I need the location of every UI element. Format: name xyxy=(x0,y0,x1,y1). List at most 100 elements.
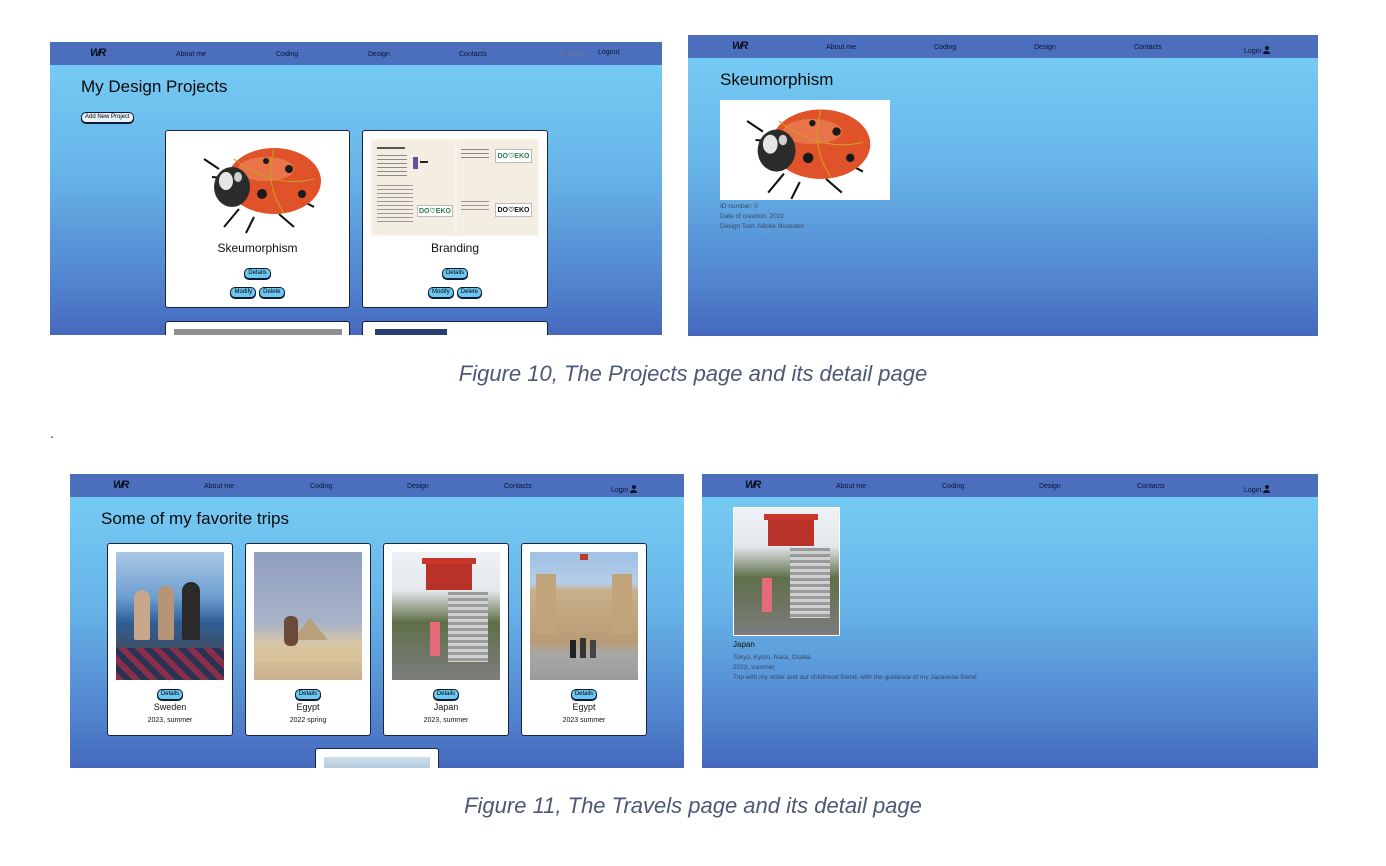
detail-title: Skeumorphism xyxy=(720,70,834,89)
travels-page-screenshot: WR About me Coding Design Contacts Login… xyxy=(70,474,684,768)
card-actions: Details xyxy=(384,689,508,700)
project-card-branding: DO♡EKO DO♡EKO DO♡EKO Branding Details Mo… xyxy=(362,130,548,308)
nav-contacts[interactable]: Contacts xyxy=(504,483,532,490)
project-title: Branding xyxy=(430,241,480,255)
meta-date: Date of creation: 2022 xyxy=(720,213,784,220)
nav-about-me[interactable]: About me xyxy=(826,44,856,51)
japan-temple-photo xyxy=(733,507,840,636)
separator: . xyxy=(50,425,54,441)
egypt-pyramids-photo xyxy=(254,552,362,680)
details-button[interactable]: Details xyxy=(244,268,271,279)
nav-contacts[interactable]: Contacts xyxy=(1134,44,1162,51)
card-actions: Details xyxy=(363,268,547,279)
card-actions: Details xyxy=(522,689,646,700)
details-button[interactable]: Details xyxy=(570,689,598,700)
trip-date: 2023, summer xyxy=(147,717,193,724)
nav-coding[interactable]: Coding xyxy=(942,483,964,490)
logout-link[interactable]: Logout xyxy=(598,49,619,56)
projects-page-screenshot: WR About me Coding Design Contacts Hi, R… xyxy=(50,42,662,335)
user-icon xyxy=(1263,46,1271,54)
login-label: Login xyxy=(1244,48,1262,55)
trip-meta: Tokyo, Kyoto, Nara, Osaka 2023, summer T… xyxy=(733,653,977,683)
trip-card-japan: Details Japan 2023, summer xyxy=(383,543,509,736)
card-actions: Details xyxy=(108,689,232,700)
trip-cities: Tokyo, Kyoto, Nara, Osaka xyxy=(733,654,811,661)
project-title: Skeumorphism xyxy=(217,241,298,255)
nav-contacts[interactable]: Contacts xyxy=(459,51,487,58)
branding-sheet-left: DO♡EKO xyxy=(373,141,454,234)
site-logo[interactable]: WR xyxy=(90,47,106,59)
branding-thumbnail: DO♡EKO DO♡EKO DO♡EKO xyxy=(371,139,539,236)
sweden-photo xyxy=(116,552,224,680)
delete-button[interactable]: Delete xyxy=(456,287,482,298)
add-new-project-button[interactable]: Add New Project xyxy=(81,112,134,123)
project-card-skeumorphism: Skeumorphism Details Modify Delete xyxy=(165,130,350,308)
trip-country: Egypt xyxy=(296,702,320,712)
card-edit-actions: Modify Delete xyxy=(166,287,349,298)
egypt-citadel-photo xyxy=(530,552,638,680)
trip-date: 2023 summer xyxy=(562,717,606,724)
card-edit-actions: Modify Delete xyxy=(363,287,547,298)
nav-coding[interactable]: Coding xyxy=(310,483,332,490)
details-button[interactable]: Details xyxy=(294,689,322,700)
meta-tool: Design Tool: Adobe Illustrator xyxy=(720,223,805,230)
nav-about-me[interactable]: About me xyxy=(204,483,234,490)
figure-10-caption: Figure 10, The Projects page and its det… xyxy=(458,361,928,386)
login-label: Login xyxy=(611,487,629,494)
details-button[interactable]: Details xyxy=(441,268,469,279)
nav-coding[interactable]: Coding xyxy=(276,51,298,58)
nav-about-me[interactable]: About me xyxy=(176,51,206,58)
branding-logo-sample-green: DO♡EKO xyxy=(494,149,533,163)
navbar: WR About me Coding Design Contacts Login xyxy=(70,474,684,497)
page-title: My Design Projects xyxy=(81,77,228,96)
trip-date: 2023, summer xyxy=(423,717,469,724)
site-logo[interactable]: WR xyxy=(745,479,761,491)
trip-description: Trip with my sister and our childhood fr… xyxy=(733,674,977,681)
branding-logo-sample-dark: DO♡EKO xyxy=(494,203,533,217)
delete-button[interactable]: Delete xyxy=(259,287,285,298)
navbar: WR About me Coding Design Contacts Login xyxy=(702,474,1318,497)
nav-design[interactable]: Design xyxy=(1039,483,1061,490)
branding-logo-sample: DO♡EKO xyxy=(417,205,453,217)
login-link[interactable]: Login xyxy=(1244,46,1271,55)
user-icon xyxy=(630,485,638,493)
project-detail-screenshot: WR About me Coding Design Contacts Login… xyxy=(688,35,1318,336)
details-button[interactable]: Details xyxy=(432,689,460,700)
figure-11-caption: Figure 11, The Travels page and its deta… xyxy=(464,793,922,818)
trip-card-sweden: Details Sweden 2023, summer xyxy=(107,543,233,736)
trip-country: Sweden xyxy=(153,702,187,712)
nav-design[interactable]: Design xyxy=(407,483,429,490)
nav-coding[interactable]: Coding xyxy=(934,44,956,51)
project-card-partial xyxy=(362,321,548,335)
navbar: WR About me Coding Design Contacts Hi, R… xyxy=(50,42,662,65)
ladybug-image xyxy=(746,109,871,200)
nav-about-me[interactable]: About me xyxy=(836,483,866,490)
card-actions: Details xyxy=(246,689,370,700)
ladybug-image xyxy=(203,148,321,234)
modify-button[interactable]: Modify xyxy=(427,287,454,298)
trip-card-egypt-2022: Details Egypt 2022 spring xyxy=(245,543,371,736)
user-greeting: Hi, Réka! xyxy=(557,51,586,58)
travel-detail-screenshot: WR About me Coding Design Contacts Login… xyxy=(702,474,1318,768)
nav-design[interactable]: Design xyxy=(1034,44,1056,51)
page-title: Some of my favorite trips xyxy=(101,509,290,528)
branding-sheet-right: DO♡EKO DO♡EKO xyxy=(456,141,537,234)
site-logo[interactable]: WR xyxy=(732,40,748,52)
login-label: Login xyxy=(1244,487,1262,494)
trip-country: Japan xyxy=(433,702,459,712)
trip-card-partial xyxy=(315,748,439,768)
project-meta: ID number: 0 Date of creation: 2022 Desi… xyxy=(720,202,804,232)
login-link[interactable]: Login xyxy=(611,485,638,494)
details-button[interactable]: Details xyxy=(156,689,184,700)
nav-design[interactable]: Design xyxy=(368,51,390,58)
modify-button[interactable]: Modify xyxy=(230,287,257,298)
trip-country: Egypt xyxy=(572,702,596,712)
japan-temple-photo xyxy=(392,552,500,680)
site-logo[interactable]: WR xyxy=(113,479,129,491)
trip-title: Japan xyxy=(733,640,755,649)
user-icon xyxy=(1263,485,1271,493)
nav-contacts[interactable]: Contacts xyxy=(1137,483,1165,490)
login-link[interactable]: Login xyxy=(1244,485,1271,494)
skeumorphism-image xyxy=(720,100,890,200)
project-card-partial xyxy=(165,321,350,335)
